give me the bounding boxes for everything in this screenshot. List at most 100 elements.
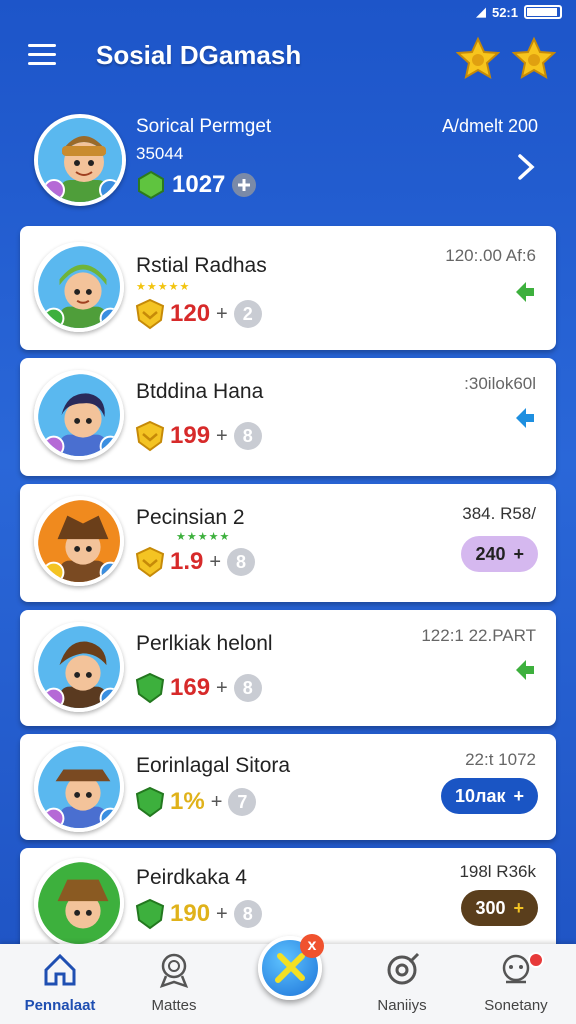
- shield-badge-icon: [135, 420, 165, 452]
- score-row: 120 + 2: [134, 298, 262, 330]
- arrow-right-icon[interactable]: [510, 656, 538, 684]
- notification-dot: [528, 952, 544, 968]
- shield-badge-icon: [135, 298, 165, 330]
- profile-name: Sorical Permget: [136, 116, 272, 137]
- top-bar: Sosial DGamash: [0, 28, 576, 88]
- profile-id: 35044: [136, 144, 184, 163]
- plus-icon: +: [513, 785, 524, 806]
- score-row: 199 + 8: [134, 420, 262, 452]
- player-card[interactable]: Rstial Radhas 120:.00 Af:6 ★★★★★ 120 + 2: [20, 226, 556, 350]
- nav-item-home[interactable]: Pennalaat: [0, 950, 120, 1014]
- player-score: 1.9: [170, 548, 204, 575]
- score-row: 169 + 8: [134, 672, 262, 704]
- player-avatar: [34, 622, 124, 712]
- player-score: 169: [170, 674, 211, 701]
- player-avatar: [34, 858, 124, 948]
- profile-score-row: 1027: [136, 170, 257, 200]
- reward-value: 240: [475, 543, 506, 564]
- gem-icon: [138, 170, 164, 200]
- player-card[interactable]: Peirdkaka 4 198l R36k 190 + 8 300 +: [20, 848, 556, 948]
- plus-icon: +: [513, 897, 524, 918]
- player-name: Peirdkaka 4: [136, 866, 247, 889]
- menu-icon[interactable]: [28, 44, 56, 66]
- shield-badge-icon: [135, 898, 165, 930]
- shield-badge-icon: [135, 672, 165, 704]
- player-avatar: [34, 496, 124, 586]
- player-name: Btddina Hana: [136, 380, 264, 403]
- rank-badge: 8: [227, 548, 256, 576]
- profile-section[interactable]: Sorical Permget 35044 1027 A/dmelt 200: [0, 108, 576, 218]
- player-score: 199: [170, 422, 211, 449]
- reward-value: 10лак: [455, 785, 506, 806]
- rank-badge: 2: [233, 300, 262, 328]
- nav-item-matches[interactable]: Mattes: [114, 950, 234, 1014]
- add-icon[interactable]: [231, 172, 257, 198]
- reward-pill-button[interactable]: 10лак +: [441, 778, 538, 814]
- status-time: 52:1: [491, 4, 518, 20]
- rank-badge: 8: [233, 900, 262, 928]
- character-avatar-icon: [38, 862, 120, 944]
- profile-status: A/dmelt 200: [441, 116, 538, 136]
- nav-label: Mattes: [151, 997, 197, 1014]
- rating-stars: ★★★★★: [176, 531, 231, 543]
- character-avatar-icon: [38, 626, 120, 708]
- status-bar: ◢ 52:1: [0, 0, 576, 24]
- player-name: Rstial Radhas: [136, 254, 267, 277]
- character-avatar-icon: [38, 746, 120, 828]
- score-row: 1.9 + 8: [134, 546, 256, 578]
- player-time: 120:.00 Af:6: [445, 246, 536, 265]
- star-icon[interactable]: [456, 36, 500, 80]
- bottom-nav: Pennalaat Mattes x Naniiys Sonetany: [0, 934, 576, 1024]
- reward-value: 300: [475, 897, 506, 918]
- player-card[interactable]: Btddina Hana :30ilok60l 199 + 8: [20, 358, 556, 476]
- plus-sign: +: [216, 676, 228, 699]
- score-row: 1% + 7: [134, 786, 257, 818]
- center-action-button[interactable]: x: [258, 934, 324, 1000]
- player-card[interactable]: Eorinlagal Sitora 22:t 1072 1% + 7 10лак…: [20, 734, 556, 840]
- player-name: Pecinsian 2: [136, 506, 245, 529]
- player-avatar: [34, 742, 124, 832]
- star-icon[interactable]: [512, 36, 556, 80]
- reward-pill-button[interactable]: 240 +: [461, 536, 538, 572]
- signal-icon: ◢: [475, 4, 486, 19]
- score-row: 190 + 8: [134, 898, 262, 930]
- plus-sign: +: [216, 302, 228, 325]
- rank-badge: 7: [228, 788, 257, 816]
- arrow-right-icon[interactable]: [510, 278, 538, 306]
- shield-badge-icon: [135, 546, 165, 578]
- medal-icon: [159, 953, 189, 989]
- player-card[interactable]: Perlkiak helonl 122:1 22.PART 169 + 8: [20, 610, 556, 726]
- nav-item-settings[interactable]: Naniiys: [342, 950, 462, 1014]
- reward-pill-button[interactable]: 300 +: [461, 890, 538, 926]
- profile-avatar[interactable]: [34, 114, 126, 206]
- player-card[interactable]: Pecinsian 2 384. R58/ ★★★★★ 1.9 + 8 240 …: [20, 484, 556, 602]
- target-icon: [387, 952, 420, 985]
- player-time: 198l R36k: [459, 862, 536, 881]
- character-avatar-icon: [38, 374, 120, 456]
- nav-label: Sonetany: [484, 997, 548, 1014]
- nav-item-social[interactable]: Sonetany: [456, 950, 576, 1014]
- arrow-right-icon[interactable]: [510, 404, 538, 432]
- rank-badge: 8: [233, 674, 262, 702]
- plus-sign: +: [209, 550, 222, 573]
- battery-icon: [524, 5, 562, 19]
- plus-sign: +: [210, 790, 223, 813]
- player-time: :30ilok60l: [464, 374, 536, 393]
- player-score: 120: [170, 300, 211, 327]
- rating-stars: ★★★★★: [136, 281, 191, 293]
- chevron-right-icon[interactable]: [516, 152, 536, 182]
- rank-badge: 8: [233, 422, 262, 450]
- plus-icon: +: [513, 543, 524, 564]
- profile-score: 1027: [172, 171, 226, 198]
- character-avatar-icon: [38, 500, 120, 582]
- app-title: Sosial DGamash: [96, 40, 302, 70]
- plus-sign: +: [216, 902, 228, 925]
- character-avatar-icon: [38, 246, 120, 328]
- player-avatar: [34, 370, 124, 460]
- nav-label: Naniiys: [377, 997, 427, 1014]
- character-avatar-icon: [38, 118, 122, 202]
- player-name: Perlkiak helonl: [136, 632, 273, 655]
- player-score: 1%: [170, 788, 205, 815]
- player-time: 384. R58/: [462, 504, 536, 523]
- notification-badge: x: [300, 934, 324, 958]
